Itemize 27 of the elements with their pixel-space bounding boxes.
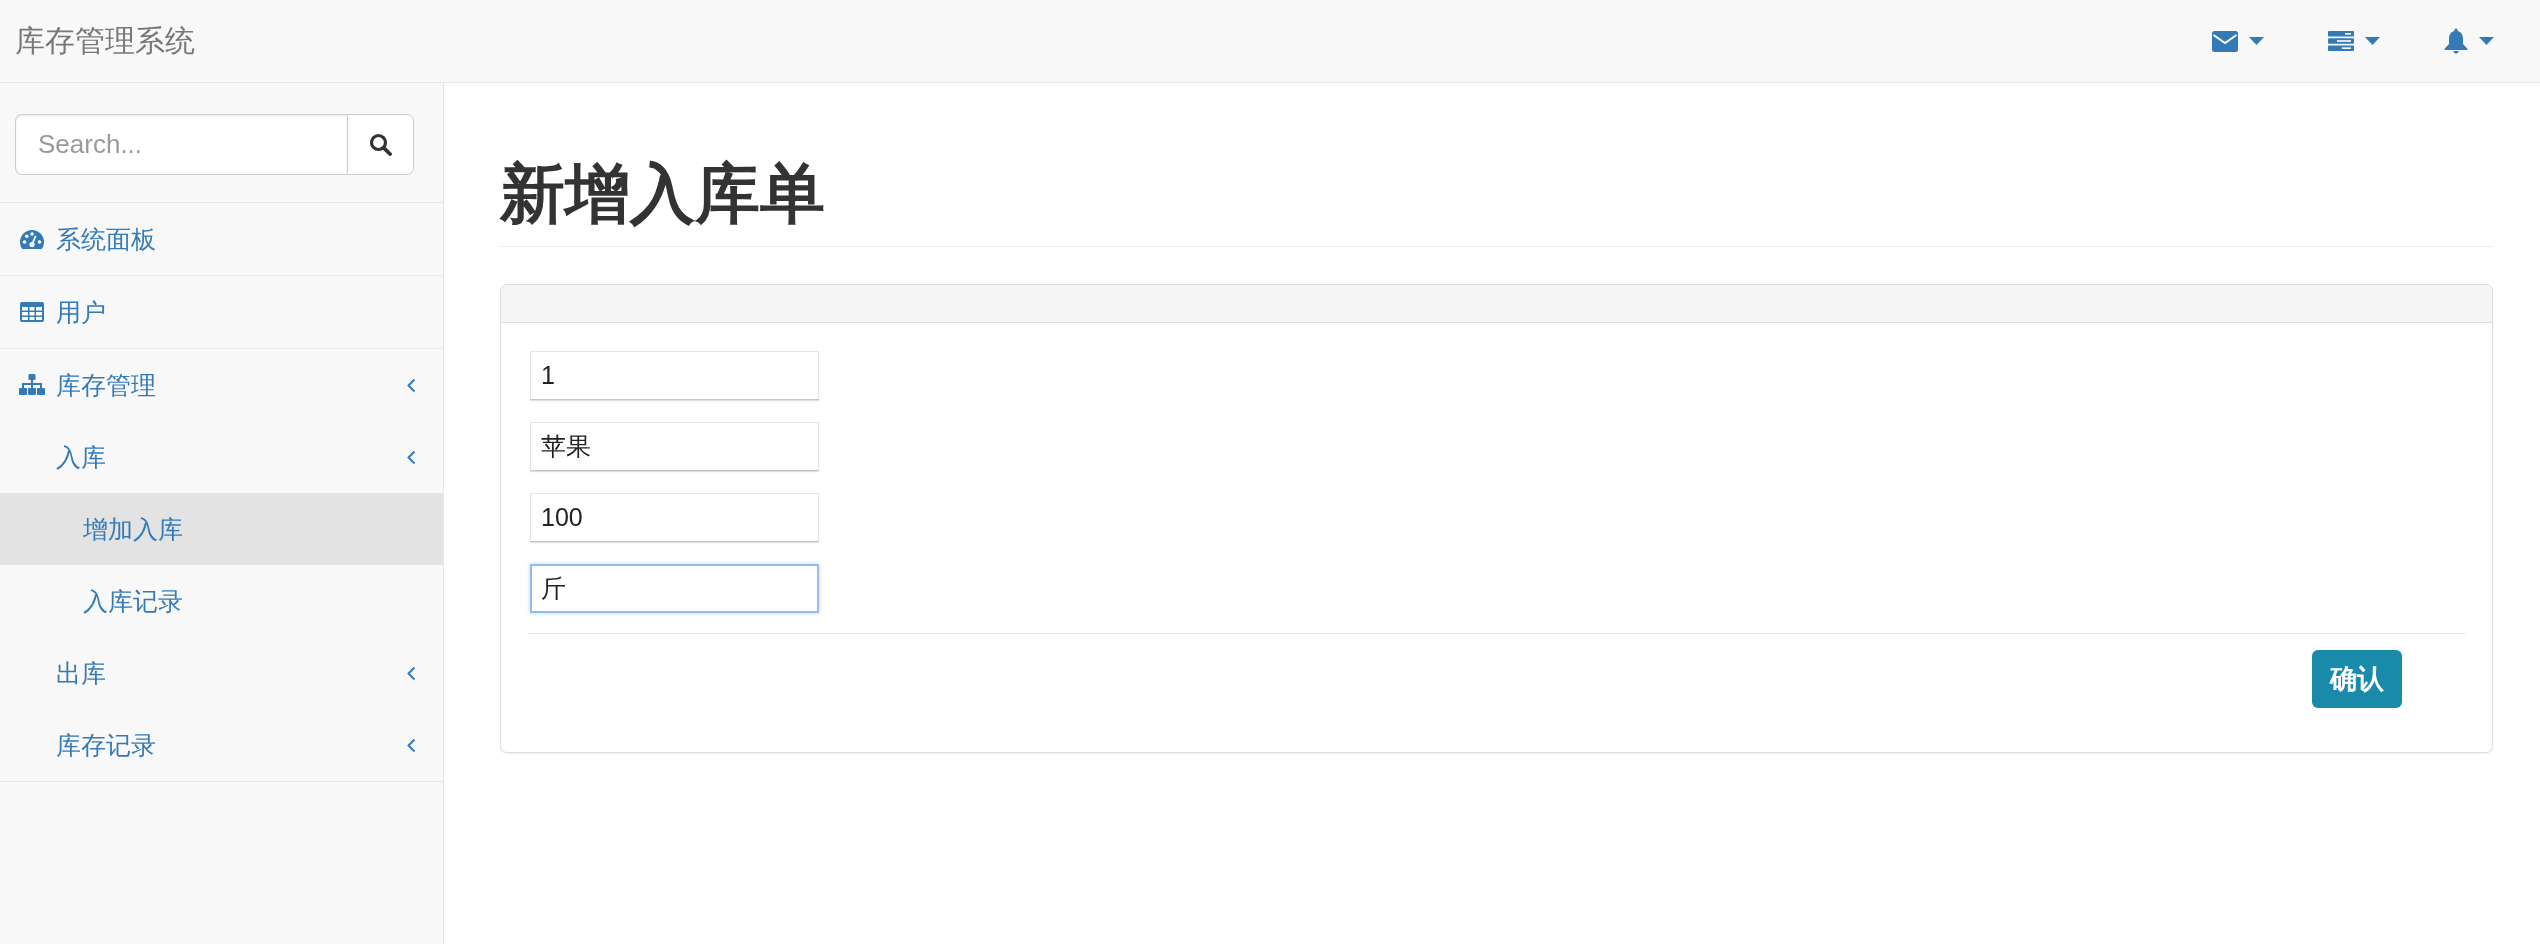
search-button[interactable] — [347, 114, 414, 175]
search-icon — [369, 133, 392, 156]
table-icon — [19, 301, 45, 323]
sidebar-link[interactable]: 系统面板 — [0, 203, 443, 275]
hierarchy-icon — [19, 374, 45, 396]
input-field[interactable]: 100 — [530, 492, 819, 542]
sidebar-link[interactable]: 入库记录 — [0, 565, 443, 637]
caret-icon — [2365, 37, 2380, 45]
gauge-icon — [19, 228, 45, 250]
caret-icon — [2479, 37, 2494, 45]
sidebar-link[interactable]: 出库 — [0, 637, 443, 709]
page-title: 新增入库单 — [500, 158, 2493, 247]
bell-icon — [2444, 28, 2468, 54]
search-field[interactable]: Search... — [15, 114, 347, 175]
confirm-button[interactable]: 确认 — [2312, 649, 2402, 708]
sidebar-link[interactable]: 用户 — [0, 276, 443, 348]
input-field[interactable]: 1 — [530, 350, 819, 400]
input-field[interactable]: 斤 — [530, 563, 819, 613]
caret-icon — [2249, 37, 2264, 45]
sidebar-link[interactable]: 库存管理 — [0, 349, 443, 421]
brand-link[interactable]: 库存管理系统 — [15, 21, 195, 61]
envelope-icon — [2212, 30, 2238, 52]
server-icon — [2328, 31, 2354, 51]
sidebar-link[interactable]: 库存记录 — [0, 709, 443, 781]
sidebar-link[interactable]: 增加入库 — [0, 493, 443, 565]
sidebar-link[interactable]: 入库 — [0, 421, 443, 493]
input-field[interactable]: 苹果 — [530, 421, 819, 471]
